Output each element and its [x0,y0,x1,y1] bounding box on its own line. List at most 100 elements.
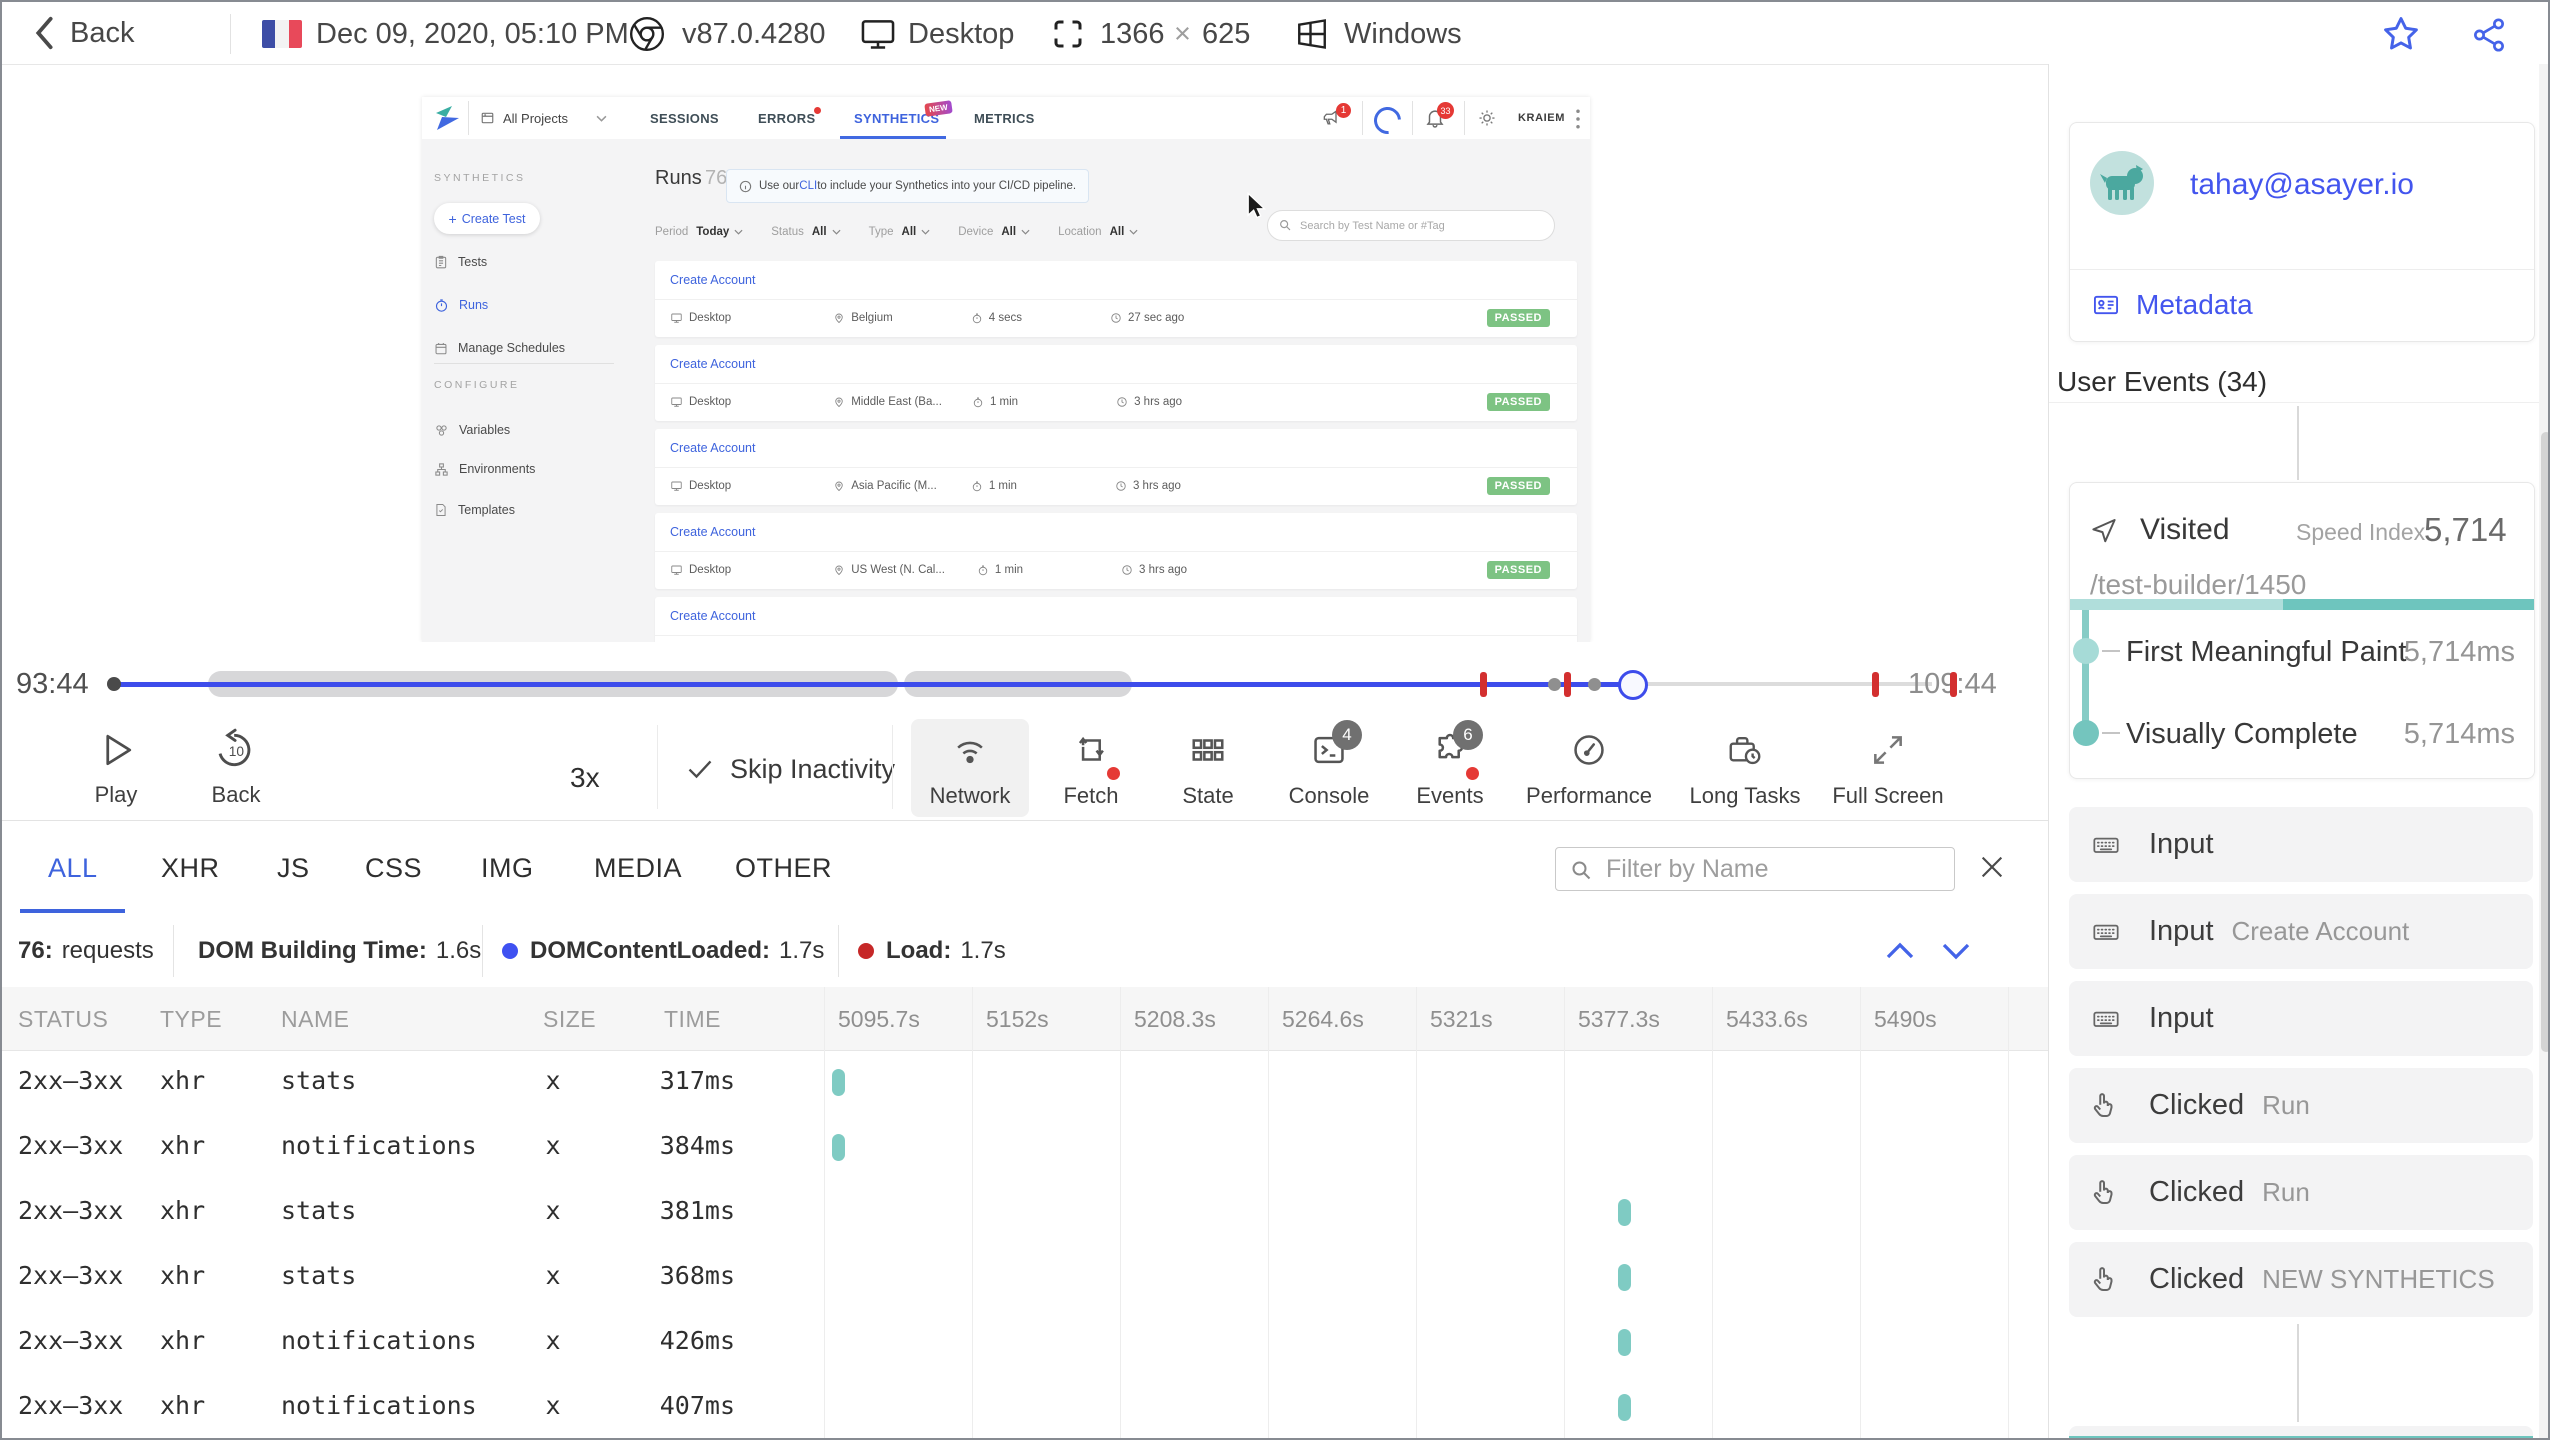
filter-value[interactable]: All [902,226,917,238]
network-row[interactable]: 2xx–3xx xhr stats x 317ms [2,1050,2048,1115]
sidebar-scrollbar-track[interactable] [2539,64,2548,1438]
user-menu[interactable]: KRAIEM [1518,112,1565,124]
user-email-link[interactable]: tahay@asayer.io [2190,168,2414,202]
network-row[interactable]: 2xx–3xx xhr notifications x 384ms [2,1115,2048,1180]
network-panel-button[interactable]: Network [911,719,1029,817]
network-row[interactable]: 2xx–3xx xhr notifications x 407ms [2,1375,2048,1438]
speed-toggle[interactable]: 3x [570,762,600,794]
jump-down-chevron-icon[interactable] [1938,938,1974,964]
net-tab-xhr[interactable]: XHR [161,853,220,884]
sidebar-item-tests[interactable]: Tests [434,251,487,273]
events-panel-button[interactable]: Events [1391,719,1509,817]
visually-complete-label: Visually Complete [2126,718,2358,750]
request-waterfall-bar[interactable] [1618,1199,1631,1226]
visually-complete-value: 5,714ms [2403,718,2515,750]
event-item-clicked[interactable]: Clicked Run [2069,1068,2533,1143]
net-tab-js[interactable]: JS [277,853,310,884]
timeline-event-dot[interactable] [1548,677,1561,691]
skip-inactivity-toggle[interactable]: Skip Inactivity [686,754,895,784]
events-count-badge: 6 [1453,720,1483,750]
tab-metrics[interactable]: METRICS [974,111,1035,126]
run-name[interactable]: Create Account [670,441,755,455]
full-screen-button[interactable]: Full Screen [1829,719,1947,817]
metadata-label: Metadata [2136,289,2253,320]
request-waterfall-bar[interactable] [832,1134,845,1161]
event-item-input[interactable]: Input [2069,981,2533,1056]
settings-gear-icon[interactable] [1476,107,1498,129]
state-panel-button[interactable]: State [1149,719,1267,817]
jump-up-chevron-icon[interactable] [1882,938,1918,964]
timeline-error-marker[interactable] [1950,672,1957,697]
run-row[interactable]: Create Account Desktop Middle East (Ba..… [655,345,1577,421]
tab-sessions[interactable]: SESSIONS [650,111,719,126]
event-item-clicked[interactable]: Clicked NEW SYNTHETICS [2069,1242,2533,1317]
sidebar-item-runs[interactable]: Runs [434,294,488,316]
timeline-track-remaining[interactable] [1632,682,1932,686]
timeline-error-marker[interactable] [1872,672,1879,697]
sidebar-item-variables[interactable]: Variables [434,419,510,441]
kebab-menu-icon[interactable] [1574,108,1582,130]
back-button[interactable]: Back [32,2,134,64]
app-search-input[interactable] [1267,210,1555,241]
sidebar-scrollbar-thumb[interactable] [2541,432,2548,1052]
timeline-playhead[interactable] [1618,670,1648,700]
filter-value[interactable]: All [1110,226,1125,238]
req-type: xhr [160,1131,206,1160]
event-item-input[interactable]: Input [2069,807,2533,882]
timeline-event-dot[interactable] [1588,677,1601,691]
filter-value[interactable]: Today [696,226,729,238]
timeline-error-marker[interactable] [1480,672,1487,697]
net-tab-img[interactable]: IMG [481,853,534,884]
net-tab-all[interactable]: ALL [48,853,98,884]
run-name[interactable]: Create Account [670,357,755,371]
console-panel-button[interactable]: Console [1270,719,1388,817]
net-tab-media[interactable]: MEDIA [594,853,682,884]
sidebar-item-environments[interactable]: Environments [434,458,535,480]
network-filter-input[interactable] [1555,847,1955,891]
sidebar-item-schedules[interactable]: Manage Schedules [434,337,565,359]
net-tab-css[interactable]: CSS [365,853,422,884]
run-name[interactable]: Create Account [670,609,755,623]
metadata-button[interactable]: Metadata [2090,283,2253,327]
filter-value[interactable]: All [1001,226,1016,238]
network-row[interactable]: 2xx–3xx xhr stats x 381ms [2,1180,2048,1245]
sidebar-item-templates[interactable]: Templates [434,499,515,521]
long-tasks-panel-button[interactable]: Long Tasks [1686,719,1804,817]
request-waterfall-bar[interactable] [1618,1394,1631,1421]
create-test-button[interactable]: + Create Test [434,203,540,234]
net-tab-other[interactable]: OTHER [735,853,832,884]
timeline-error-marker[interactable] [1564,672,1571,697]
banner-cli-link[interactable]: CLI [799,180,817,192]
event-item-input[interactable]: Input Create Account [2069,894,2533,969]
play-button[interactable]: Play [70,722,162,814]
filter-value[interactable]: All [812,226,827,238]
share-icon[interactable] [2470,16,2508,54]
run-row[interactable]: Create Account Desktop Belgium 4 secs 27… [655,261,1577,337]
run-row[interactable]: Create Account Desktop Asia Pacific (M..… [655,429,1577,505]
close-panel-icon[interactable] [1976,851,2008,883]
chevron-down-icon [1129,229,1138,235]
run-row[interactable]: Create Account Desktop US West (N. Cal..… [655,513,1577,589]
network-row[interactable]: 2xx–3xx xhr notifications x 426ms [2,1310,2048,1375]
run-name[interactable]: Create Account [670,525,755,539]
run-row[interactable]: Create Account Desktop Canada (Central) … [655,597,1577,642]
tab-errors[interactable]: ERRORS [758,111,815,126]
event-item-clicked[interactable]: Clicked Run [2069,1155,2533,1230]
location-pin-icon [835,565,843,576]
performance-panel-button[interactable]: Performance [1526,719,1652,817]
fetch-panel-button[interactable]: Fetch [1032,719,1150,817]
network-row[interactable]: 2xx–3xx xhr stats x 368ms [2,1245,2048,1310]
request-waterfall-bar[interactable] [1618,1329,1631,1356]
favorite-star-icon[interactable] [2380,13,2422,55]
paint-timeline-line [2082,610,2089,732]
project-selector[interactable]: All Projects [480,97,607,139]
back-10s-button[interactable]: 10 Back [190,722,282,814]
request-waterfall-bar[interactable] [832,1069,845,1096]
run-details: Desktop Middle East (Ba... 1 min 3 hrs a… [670,389,1562,415]
request-waterfall-bar[interactable] [1618,1264,1631,1291]
visited-event-card[interactable]: Visited Speed Index 5,714 /test-builder/… [2069,482,2535,779]
chrome-browser-icon [629,16,665,52]
timeline[interactable]: 93:44 109:44 [2,642,2048,714]
timeline-track-progress[interactable] [114,681,1632,687]
run-name[interactable]: Create Account [670,273,755,287]
